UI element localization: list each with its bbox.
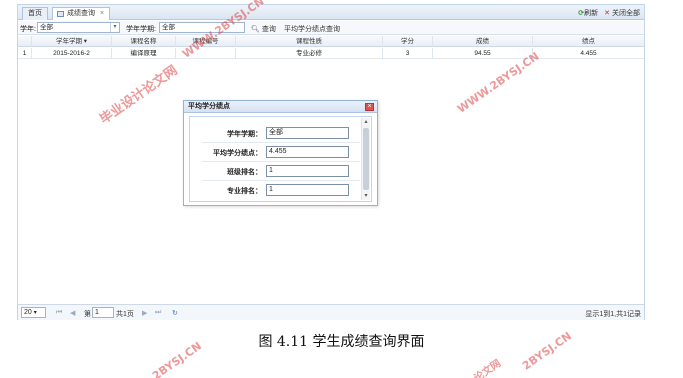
field-major-rank: 专业排名： 1: [190, 183, 360, 198]
row-credit: 3: [383, 48, 433, 59]
page-number-input[interactable]: 1: [92, 307, 114, 318]
major-rank-field[interactable]: 1: [266, 184, 349, 196]
chevron-up-icon[interactable]: ▴: [362, 118, 370, 126]
page-total: 共1页: [116, 311, 134, 318]
tab-score-query[interactable]: 成绩查询 ×: [52, 7, 111, 20]
gpa-query-label: 平均学分绩点查询: [284, 26, 340, 33]
close-all-label: 关闭全部: [612, 10, 640, 17]
gpa-dialog: 平均学分绩点 × 学年学期： 全部 平均学分绩点： 4.455 班级排名： 1 …: [183, 100, 378, 206]
field-gpa-label: 平均学分绩点：: [213, 150, 262, 157]
divider: [202, 142, 360, 143]
search-icon: 🔍︎: [251, 26, 260, 33]
year-select[interactable]: 全部 ▾: [37, 22, 120, 33]
term-label: 学年学期:: [126, 26, 156, 33]
row-index: 1: [18, 48, 32, 59]
col-gpa[interactable]: 绩点: [533, 36, 644, 47]
dialog-title: 平均学分绩点: [184, 101, 377, 113]
first-page-icon[interactable]: ⏮: [56, 309, 62, 317]
col-course-code[interactable]: 课程编号: [176, 36, 236, 47]
reload-icon[interactable]: ↻: [172, 309, 178, 317]
next-page-icon[interactable]: ▶: [142, 309, 147, 317]
field-term-label: 学年学期：: [227, 131, 262, 138]
query-button-label: 查询: [261, 26, 276, 33]
gpa-query-button[interactable]: 平均学分绩点查询: [284, 24, 340, 34]
table-row[interactable]: 1 2015-2016-2 编译原理 专业必修 3 94.55 4.455: [18, 48, 644, 59]
col-index: [18, 36, 32, 47]
col-credit[interactable]: 学分: [383, 36, 433, 47]
field-major-rank-label: 专业排名：: [227, 188, 262, 195]
field-gpa: 平均学分绩点： 4.455: [190, 145, 360, 160]
divider: [202, 161, 360, 162]
page-size-select[interactable]: 20 ▾: [21, 307, 46, 318]
dialog-body: 学年学期： 全部 平均学分绩点： 4.455 班级排名： 1 专业排名： 1 ▴…: [189, 116, 372, 202]
close-all-button[interactable]: ✕ 关闭全部: [604, 8, 640, 18]
row-score: 94.55: [433, 48, 533, 59]
term-select[interactable]: 全部: [159, 22, 245, 33]
watermark: 论文网: [472, 358, 504, 378]
tab-bar: 首页 成绩查询 × ⟳刷新 ✕ 关闭全部: [18, 5, 644, 20]
scrollbar-thumb[interactable]: [363, 128, 369, 190]
dialog-scrollbar[interactable]: ▴ ▾: [361, 118, 370, 200]
last-page-icon[interactable]: ⏭: [155, 309, 161, 317]
row-course-name: 编译原理: [112, 48, 176, 59]
field-class-rank-label: 班级排名：: [227, 169, 262, 176]
tab-score-query-label: 成绩查询: [67, 10, 95, 17]
refresh-button[interactable]: ⟳刷新: [578, 8, 598, 18]
page-prefix: 第: [84, 311, 91, 318]
col-score[interactable]: 成绩: [433, 36, 533, 47]
page-size-value: 20: [24, 309, 32, 316]
query-button[interactable]: 🔍︎ 查询: [251, 24, 276, 34]
row-gpa: 4.455: [580, 50, 597, 57]
grid-icon: [57, 11, 64, 17]
figure-caption: 图 4.11 学生成绩查询界面: [258, 334, 425, 350]
tab-close-icon[interactable]: ×: [100, 10, 104, 17]
year-label: 学年:: [20, 26, 36, 33]
col-term[interactable]: 学年学期 ▾: [32, 36, 112, 47]
sort-down-icon: ▾: [83, 38, 88, 45]
pager: 20 ▾ ⏮ ◀ 第 1 共1页 ▶ ⏭ ↻ 显示1到1,共1记录: [18, 304, 644, 320]
chevron-down-icon: ▾: [33, 310, 37, 316]
col-term-label: 学年学期: [55, 38, 82, 45]
year-select-value: 全部: [40, 24, 53, 31]
grid-header: 学年学期 ▾ 课程名称 课程编号 课程性质 学分 成绩 绩点: [18, 36, 644, 47]
tab-toolbar: ⟳刷新 ✕ 关闭全部: [578, 8, 640, 18]
field-class-rank: 班级排名： 1: [190, 164, 360, 179]
tab-home[interactable]: 首页: [22, 7, 48, 20]
chevron-down-icon[interactable]: ▾: [362, 192, 370, 200]
class-rank-field[interactable]: 1: [266, 165, 349, 177]
row-course-type: 专业必修: [236, 48, 383, 59]
close-all-icon: ✕: [604, 10, 611, 17]
term-field[interactable]: 全部: [266, 127, 349, 139]
prev-page-icon[interactable]: ◀: [70, 309, 75, 317]
close-icon[interactable]: ×: [365, 103, 374, 111]
row-term: 2015-2016-2: [32, 48, 112, 59]
field-term: 学年学期： 全部: [190, 126, 360, 141]
term-select-value: 全部: [162, 24, 175, 31]
col-course-type[interactable]: 课程性质: [236, 36, 383, 47]
tab-home-label: 首页: [28, 10, 42, 17]
pager-summary: 显示1到1,共1记录: [585, 311, 641, 318]
row-course-code: [176, 48, 236, 59]
chevron-down-icon: ▾: [110, 23, 119, 32]
search-bar: 学年: 全部 ▾ 学年学期: 全部 🔍︎ 查询 平均学分绩点查询: [18, 21, 644, 35]
refresh-label: 刷新: [584, 10, 599, 17]
gpa-field[interactable]: 4.455: [266, 146, 349, 158]
col-course-name[interactable]: 课程名称: [112, 36, 176, 47]
divider: [202, 180, 360, 181]
